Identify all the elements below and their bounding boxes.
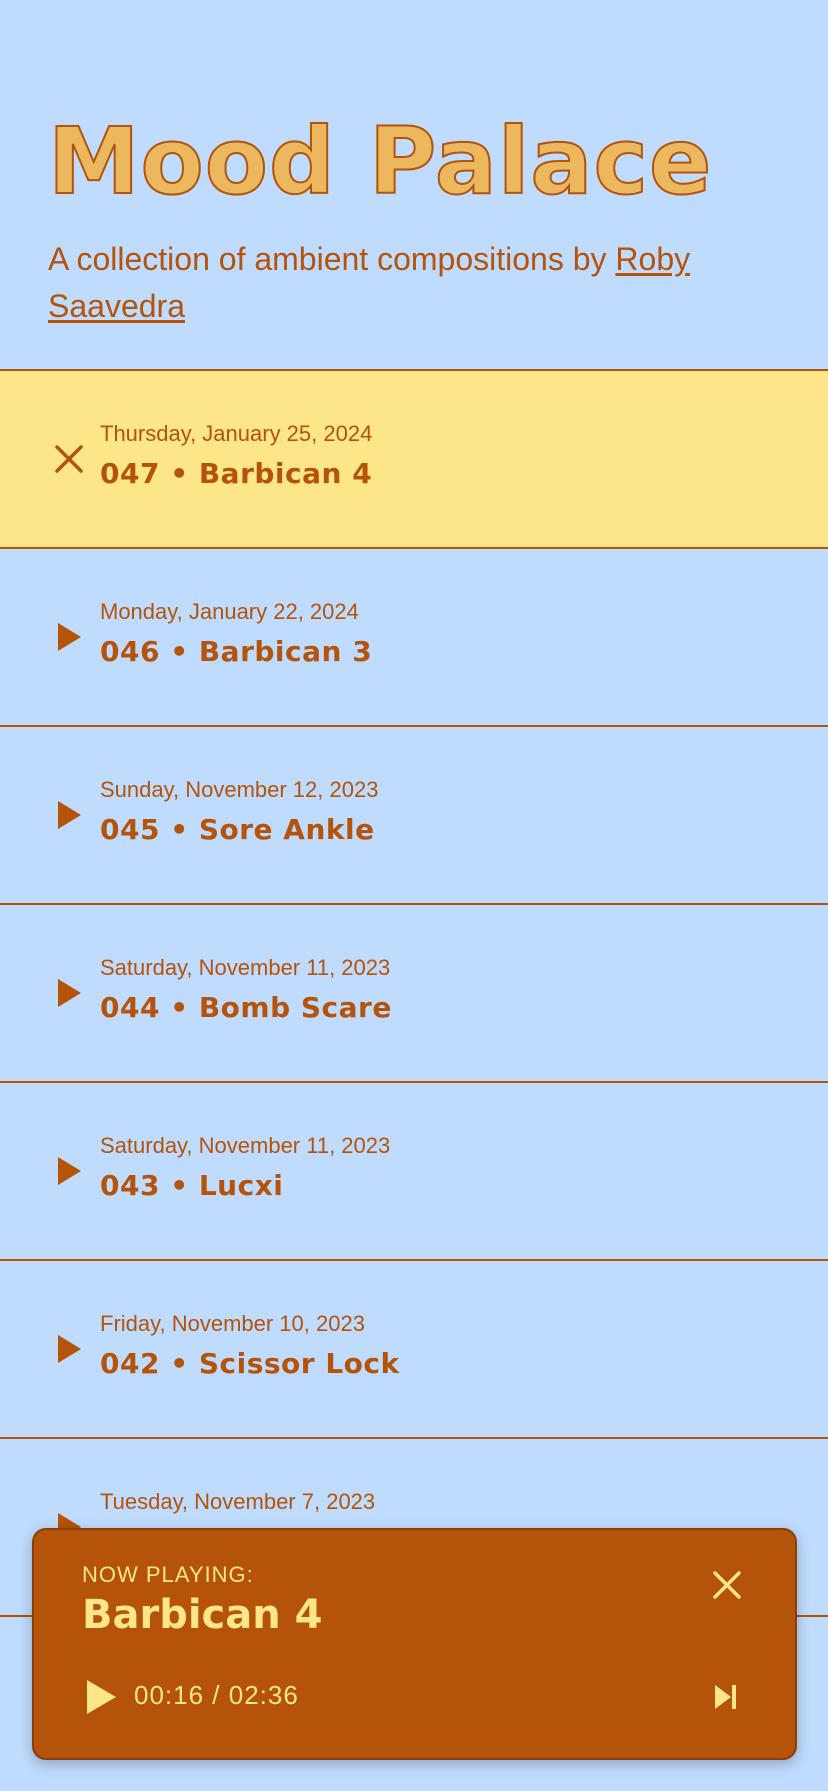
track-date: Monday, January 22, 2024 [100, 599, 359, 624]
track-row[interactable]: Sunday, November 12, 2023 045 • Sore Ank… [0, 727, 828, 905]
track-row[interactable]: Saturday, November 11, 2023 043 • Lucxi [0, 1083, 828, 1261]
track-row[interactable]: Friday, November 10, 2023 042 • Scissor … [0, 1261, 828, 1439]
track-title: 047 • Barbican 4 [100, 457, 373, 490]
now-playing-label: NOW PLAYING: [82, 1562, 254, 1587]
now-playing-bar: NOW PLAYING: Barbican 4 00:16 / 02:36 [32, 1528, 797, 1760]
track-date: Sunday, November 12, 2023 [100, 777, 379, 802]
track-row[interactable]: Monday, January 22, 2024 046 • Barbican … [0, 549, 828, 727]
track-row[interactable]: Thursday, January 25, 2024 047 • Barbica… [0, 371, 828, 549]
play-icon[interactable] [52, 1154, 86, 1188]
site-header: Mood Palace A collection of ambient comp… [0, 0, 828, 369]
subtitle-text: A collection of ambient compositions by [48, 241, 616, 277]
site-title: Mood Palace [47, 108, 713, 215]
page: Mood Palace A collection of ambient comp… [0, 0, 828, 1791]
close-icon[interactable] [52, 442, 86, 476]
close-player-icon[interactable] [710, 1568, 744, 1602]
play-icon[interactable] [52, 798, 86, 832]
play-icon[interactable] [52, 620, 86, 654]
track-date: Saturday, November 11, 2023 [100, 955, 391, 980]
play-icon[interactable] [52, 1332, 86, 1366]
track-title: 043 • Lucxi [100, 1169, 284, 1202]
site-subtitle: A collection of ambient compositions by … [48, 236, 768, 330]
skip-next-icon[interactable] [710, 1682, 742, 1712]
track-title: 045 • Sore Ankle [100, 813, 375, 846]
play-icon[interactable] [84, 1678, 118, 1716]
track-date: Saturday, November 11, 2023 [100, 1133, 391, 1158]
now-playing-title: Barbican 4 [82, 1592, 323, 1638]
play-icon[interactable] [52, 976, 86, 1010]
track-date: Friday, November 10, 2023 [100, 1311, 365, 1336]
playback-time: 00:16 / 02:36 [134, 1680, 299, 1710]
track-title: 046 • Barbican 3 [100, 635, 373, 668]
track-title: 044 • Bomb Scare [100, 991, 392, 1024]
track-date: Tuesday, November 7, 2023 [100, 1489, 376, 1514]
track-list: Thursday, January 25, 2024 047 • Barbica… [0, 369, 828, 1617]
track-title: 042 • Scissor Lock [100, 1347, 400, 1380]
track-date: Thursday, January 25, 2024 [100, 421, 373, 446]
track-row[interactable]: Saturday, November 11, 2023 044 • Bomb S… [0, 905, 828, 1083]
